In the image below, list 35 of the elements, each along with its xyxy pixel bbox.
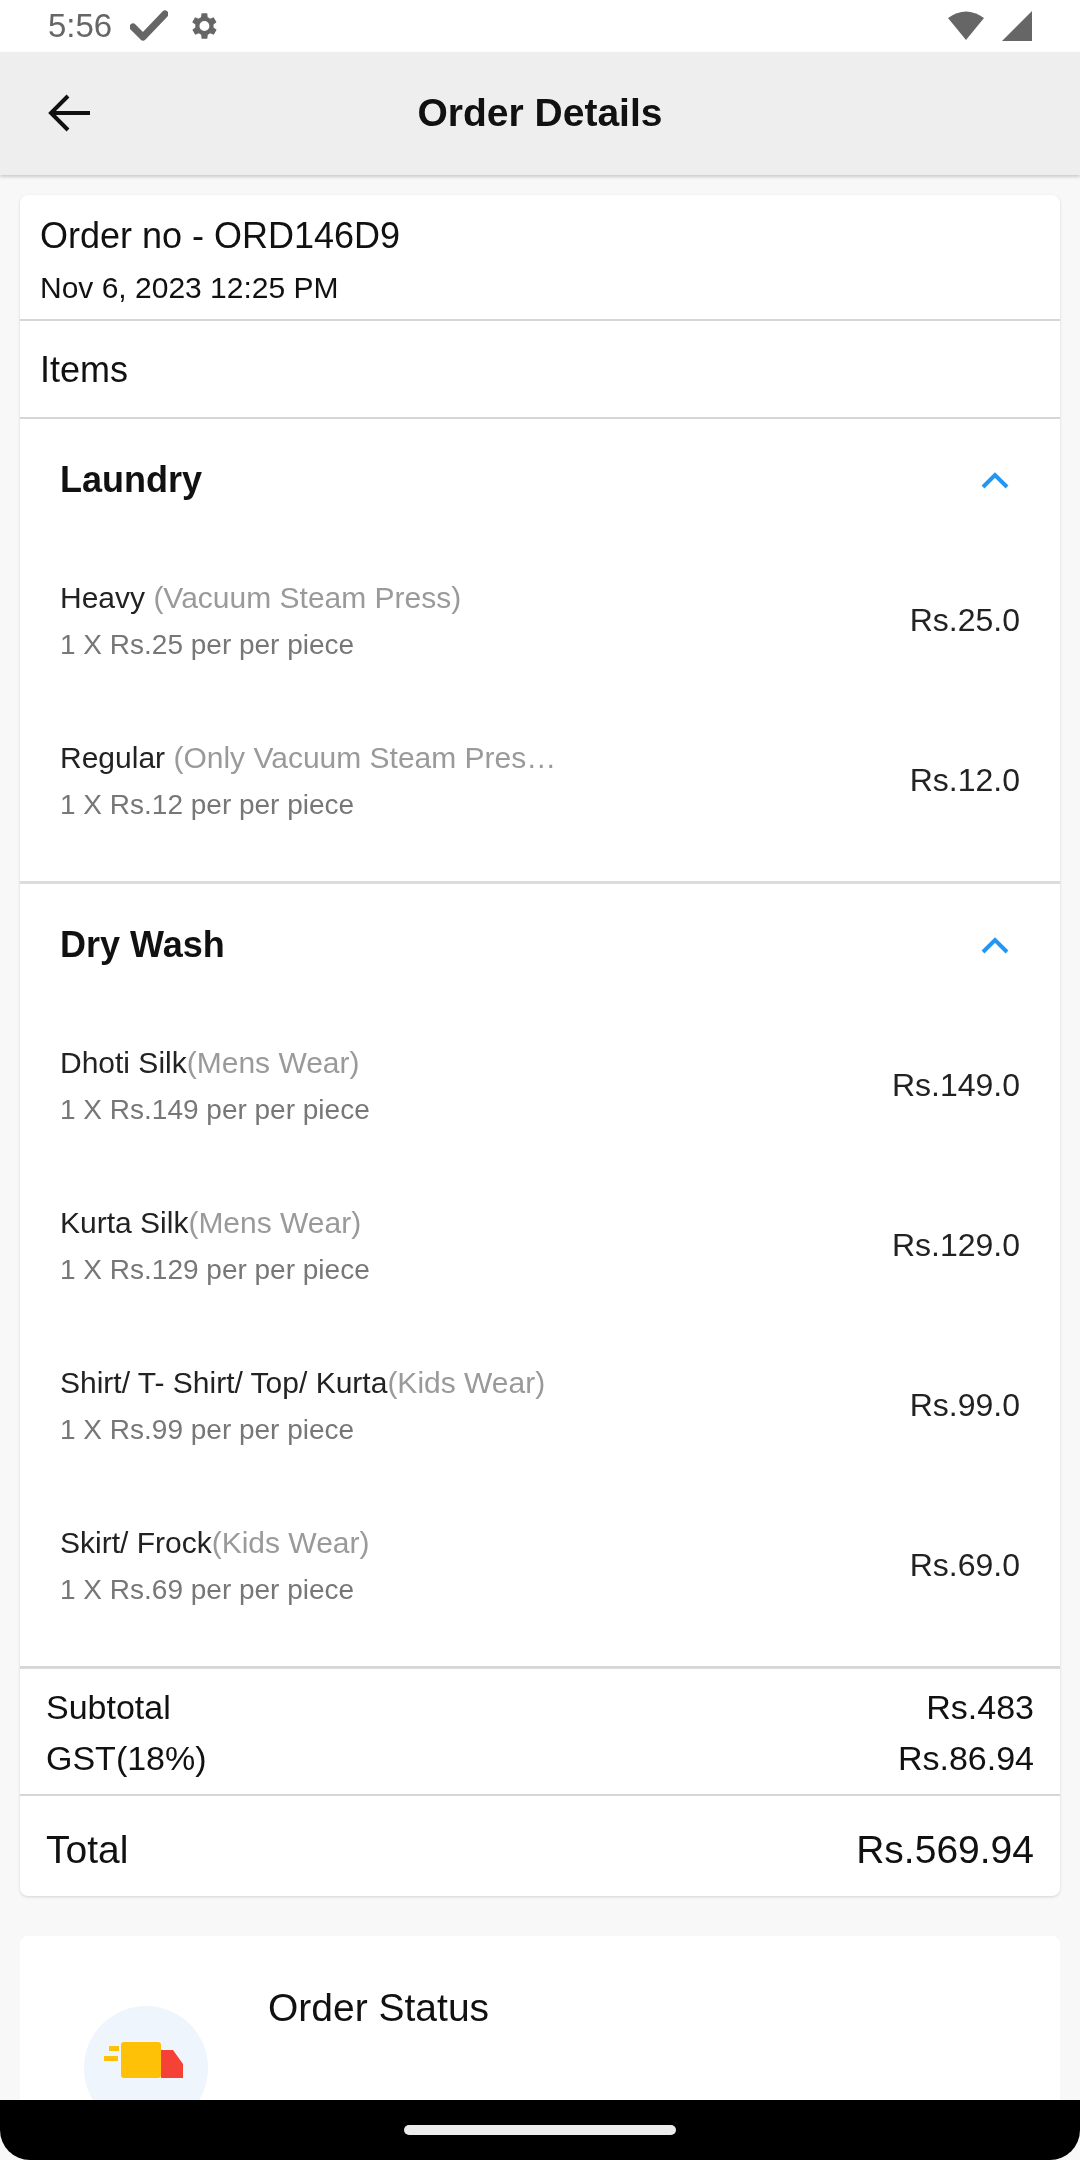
summary-value: Rs.483 — [926, 1687, 1034, 1727]
item-name: Skirt/ Frock(Kids Wear) — [60, 1525, 371, 1560]
item-quantity: 1 X Rs.69 per per piece — [60, 1573, 356, 1606]
order-date: Nov 6, 2023 12:25 PM — [40, 270, 340, 305]
summary-label: GST(18%) — [46, 1738, 207, 1778]
item-price: Rs.129.0 — [891, 1227, 1020, 1264]
wifi-icon — [948, 11, 984, 42]
status-title: Order Status — [268, 1985, 490, 2030]
item-name: Shirt/ T- Shirt/ Top/ Kurta(Kids Wear) — [60, 1365, 547, 1400]
items-heading: Items — [40, 348, 128, 390]
summary-label: Subtotal — [46, 1687, 171, 1727]
order-number: Order no - ORD146D9 — [40, 214, 402, 257]
item-quantity: 1 X Rs.12 per per piece — [60, 788, 356, 821]
status-time: 5:56 — [48, 7, 113, 46]
page-title: Order Details — [417, 91, 663, 135]
total-value: Rs.569.94 — [856, 1827, 1034, 1872]
item-quantity: 1 X Rs.25 per per piece — [60, 628, 356, 661]
item-name: Regular (Only Vacuum Steam Pres… — [60, 740, 558, 775]
item-price: Rs.99.0 — [909, 1387, 1020, 1424]
item-name: Heavy (Vacuum Steam Press) — [60, 580, 463, 615]
category-header[interactable]: Dry Wash — [20, 883, 1060, 1006]
signal-icon — [1002, 11, 1032, 42]
item-price: Rs.12.0 — [909, 762, 1020, 799]
item-price: Rs.25.0 — [909, 602, 1020, 639]
item-price: Rs.149.0 — [891, 1067, 1020, 1104]
summary-value: Rs.86.94 — [897, 1738, 1034, 1778]
category-header[interactable]: Laundry — [20, 418, 1060, 541]
item-quantity: 1 X Rs.99 per per piece — [60, 1413, 356, 1446]
item-name: Kurta Silk(Mens Wear) — [60, 1205, 363, 1240]
item-name: Dhoti Silk(Mens Wear) — [60, 1045, 361, 1080]
item-quantity: 1 X Rs.129 per per piece — [60, 1253, 371, 1286]
total-label: Total — [46, 1827, 129, 1872]
item-price: Rs.69.0 — [909, 1547, 1020, 1584]
item-quantity: 1 X Rs.149 per per piece — [60, 1093, 371, 1126]
check-icon — [130, 10, 169, 43]
